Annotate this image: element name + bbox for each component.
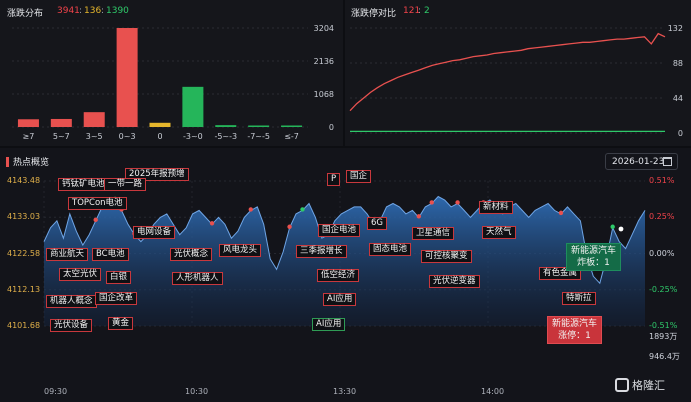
- distribution-bar-chart: 3204 2136 1068 0 ≥7 5~7 3~5 0~3 0 -3~0 -5~-3 -7~-5 ≤…: [12, 24, 334, 141]
- distribution-bar: [215, 125, 237, 127]
- concept-tag[interactable]: 低空经济: [317, 269, 360, 282]
- concept-tag[interactable]: 固态电池: [369, 243, 412, 256]
- category-label: ≤-7: [284, 132, 299, 141]
- category-label: 3~5: [86, 132, 103, 141]
- concept-tag[interactable]: 三季报增长: [296, 245, 347, 258]
- concept-tag[interactable]: 国企电池: [318, 224, 361, 237]
- time-tick: 10:30: [185, 387, 209, 396]
- distribution-panel: 涨跌分布 3941 : 136 : 1390 3204 2136 1068 0 ≥7 5~…: [0, 0, 343, 146]
- y-tick-label: 1068: [314, 90, 334, 99]
- distribution-bar: [50, 118, 72, 127]
- time-tick: 14:00: [481, 387, 505, 396]
- distribution-bar: [17, 119, 39, 127]
- category-label: 0~3: [119, 132, 136, 141]
- limit-up-callout[interactable]: 新能源汽车 涨停：1: [547, 316, 603, 344]
- category-label: ≥7: [23, 132, 35, 141]
- distribution-bar: [182, 86, 204, 127]
- callout-title: 新能源汽车: [552, 319, 598, 329]
- distribution-bar: [116, 28, 138, 127]
- event-dot: [287, 224, 292, 229]
- concept-tag[interactable]: AI应用: [312, 318, 346, 331]
- limit-panel: 涨跌停对比 121 : 2 132 88 44 0: [345, 0, 691, 146]
- concept-tag[interactable]: 商业航天: [46, 248, 89, 261]
- concept-tag[interactable]: 国企: [346, 170, 372, 183]
- right-tick: -0.51%: [649, 321, 678, 330]
- callout-detail: 炸板：1: [577, 258, 610, 268]
- right-tick: 0.00%: [649, 249, 675, 258]
- event-dot: [248, 207, 253, 212]
- time-tick: 13:30: [333, 387, 357, 396]
- concept-tag[interactable]: P: [327, 173, 341, 186]
- callout-title: 新能源汽车: [571, 246, 617, 256]
- category-label: 0: [157, 132, 162, 141]
- event-dot: [209, 221, 215, 226]
- category-label: -7~-5: [247, 132, 270, 141]
- left-tick: 4133.03: [7, 212, 41, 221]
- concept-tag[interactable]: 光伏逆变器: [429, 275, 480, 288]
- series-line: [349, 32, 666, 112]
- zhaban-callout[interactable]: 新能源汽车 炸板：1: [566, 243, 622, 271]
- left-tick: 4101.68: [7, 321, 41, 330]
- logo-icon: [615, 378, 629, 392]
- y-tick-label: 88: [673, 59, 683, 68]
- volume-tick: 946.4万: [649, 352, 680, 361]
- left-tick: 4122.58: [7, 249, 41, 258]
- time-tick: 09:30: [44, 387, 68, 396]
- right-tick: 0.25%: [649, 212, 675, 221]
- concept-tag[interactable]: 新材料: [479, 201, 513, 214]
- concept-tag[interactable]: 一带一路: [104, 178, 147, 191]
- category-label: -3~0: [183, 132, 203, 141]
- y-tick-label: 2136: [314, 57, 334, 66]
- right-tick: 0.51%: [649, 176, 675, 185]
- limit-line-chart: 132 88 44 0: [349, 24, 683, 138]
- concept-tag[interactable]: 光伏设备: [50, 319, 93, 332]
- concept-tag[interactable]: 黄金: [108, 317, 134, 330]
- left-tick: 4143.48: [7, 176, 41, 185]
- volume-tick: 1893万: [649, 332, 678, 341]
- concept-tag[interactable]: TOPCon电池: [68, 197, 127, 210]
- event-dot: [300, 207, 305, 212]
- concept-tag[interactable]: 天然气: [482, 226, 516, 239]
- callout-detail: 涨停：1: [558, 331, 591, 341]
- y-tick-label: 0: [678, 129, 683, 138]
- event-dot: [618, 226, 624, 232]
- y-tick-label: 3204: [314, 24, 334, 33]
- y-tick-label: 132: [668, 24, 683, 33]
- distribution-bar: [149, 122, 171, 127]
- y-tick-label: 44: [673, 94, 683, 103]
- concept-tag[interactable]: 太空光伏: [59, 268, 102, 281]
- index-area: [44, 196, 645, 326]
- y-tick-label: 0: [329, 123, 334, 132]
- logo-text: 格隆汇: [632, 379, 665, 392]
- event-dot: [610, 224, 615, 229]
- concept-tag[interactable]: 光伏概念: [170, 248, 213, 261]
- concept-tag[interactable]: 风电龙头: [219, 244, 262, 257]
- concept-tag[interactable]: AI应用: [323, 293, 357, 306]
- category-label: -5~-3: [214, 132, 237, 141]
- concept-tag[interactable]: 白银: [106, 271, 132, 284]
- concept-tag[interactable]: 卫星通信: [412, 227, 455, 240]
- concept-tag[interactable]: 人形机器人: [172, 272, 223, 285]
- category-label: 5~7: [53, 132, 70, 141]
- left-tick: 4112.13: [7, 285, 41, 294]
- event-dot: [455, 200, 460, 205]
- event-dot: [558, 210, 564, 216]
- distribution-bar: [281, 125, 303, 127]
- event-dot: [429, 200, 434, 205]
- concept-tag[interactable]: BC电池: [92, 248, 129, 261]
- event-dot: [416, 214, 422, 219]
- right-tick: -0.25%: [649, 285, 678, 294]
- gelonghui-logo: 格隆汇: [615, 377, 665, 393]
- event-dot: [93, 217, 98, 223]
- distribution-bar: [248, 125, 270, 127]
- concept-tag[interactable]: 6G: [367, 217, 387, 230]
- concept-tag[interactable]: 特斯拉: [562, 292, 596, 305]
- concept-tag[interactable]: 机器人概念: [46, 295, 97, 308]
- concept-tag[interactable]: 国企改革: [95, 292, 138, 305]
- concept-tag[interactable]: 可控核聚变: [421, 250, 472, 263]
- concept-tag[interactable]: 电网设备: [133, 226, 176, 239]
- distribution-bar: [83, 112, 105, 127]
- concept-tag[interactable]: 钙钛矿电池: [58, 178, 109, 191]
